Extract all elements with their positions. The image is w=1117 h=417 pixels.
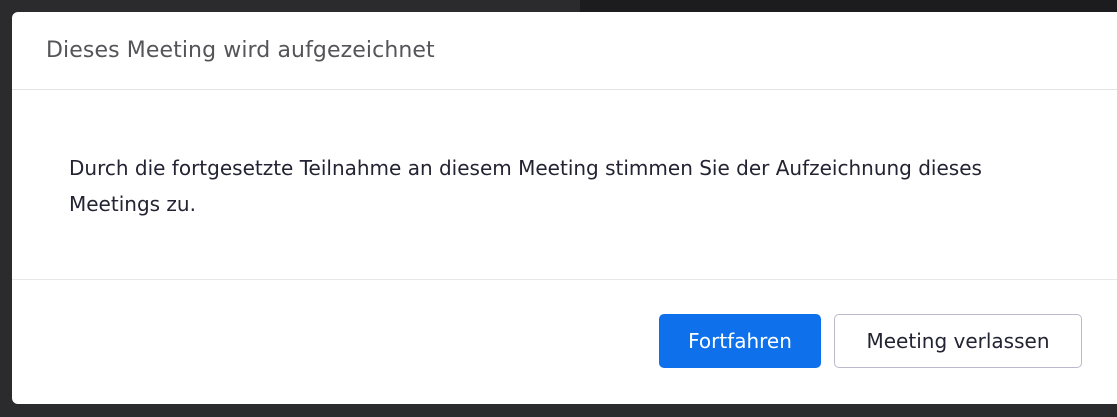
dialog-header: Dieses Meeting wird aufgezeichnet xyxy=(12,12,1117,90)
continue-button[interactable]: Fortfahren xyxy=(659,314,821,368)
recording-consent-dialog: Dieses Meeting wird aufgezeichnet Durch … xyxy=(12,12,1117,404)
background-window-dark xyxy=(580,0,1117,12)
dialog-title: Dieses Meeting wird aufgezeichnet xyxy=(46,38,435,63)
dialog-message: Durch die fortgesetzte Teilnahme an dies… xyxy=(69,156,982,216)
dialog-footer: Fortfahren Meeting verlassen xyxy=(12,280,1117,403)
dialog-body: Durch die fortgesetzte Teilnahme an dies… xyxy=(12,90,1117,280)
leave-meeting-button[interactable]: Meeting verlassen xyxy=(834,314,1082,368)
